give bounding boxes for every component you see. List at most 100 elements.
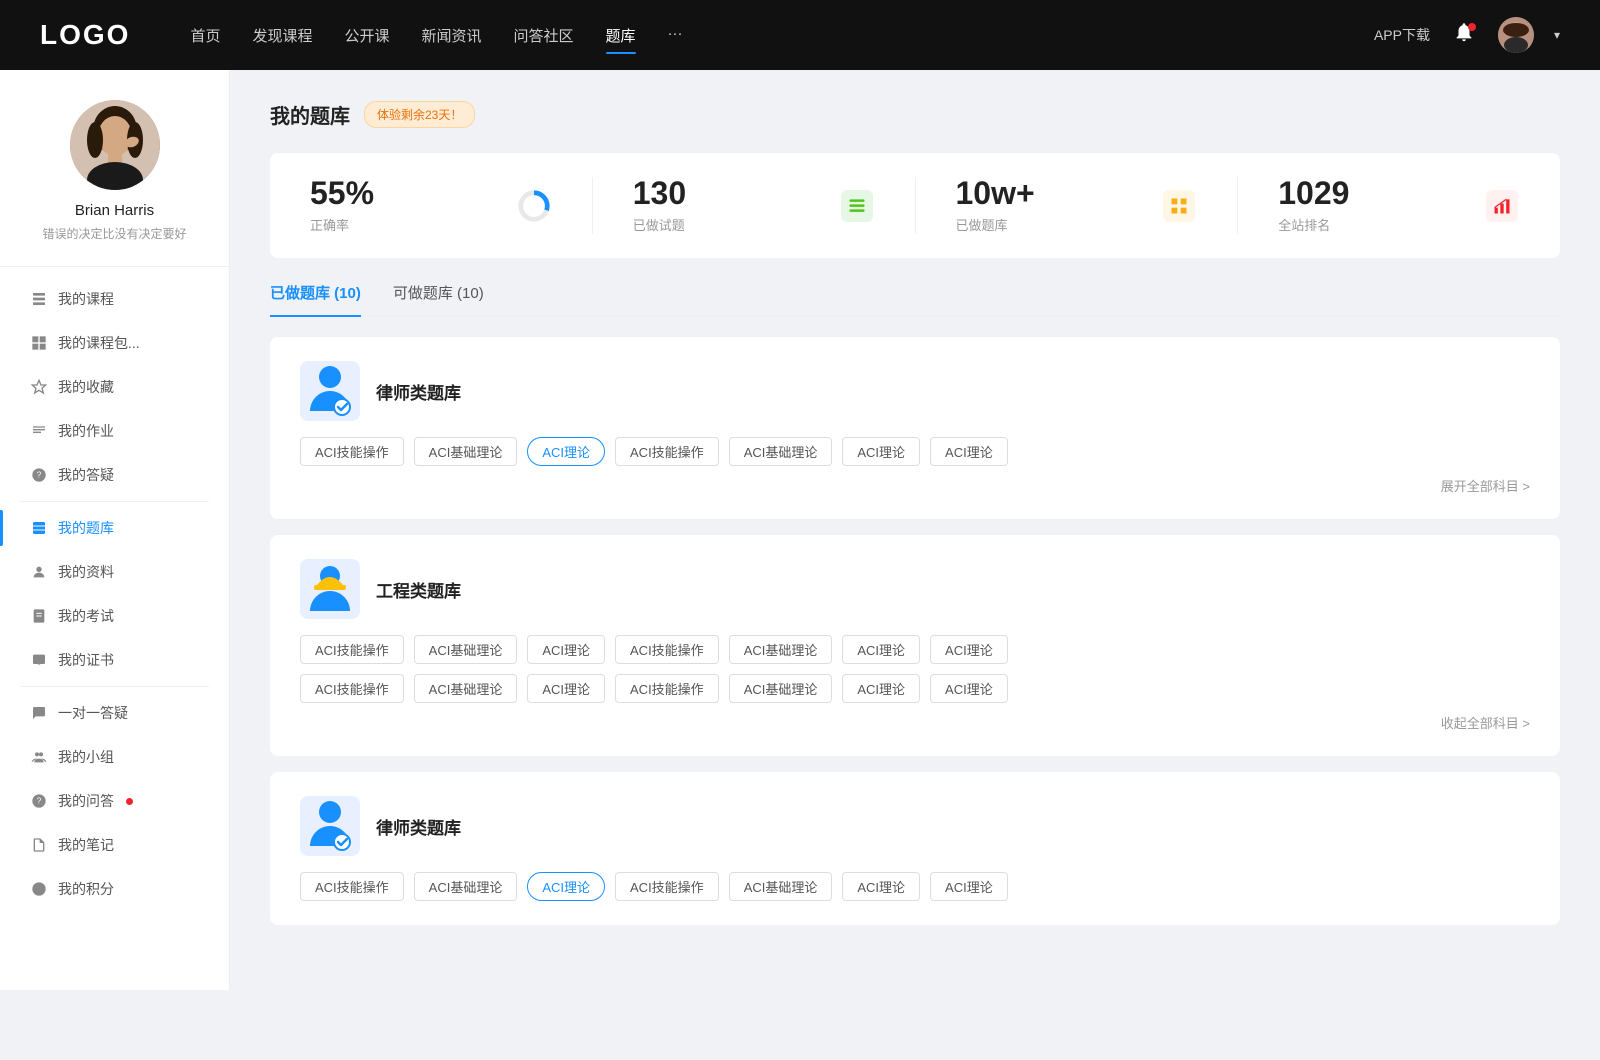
tag-eng-1-r1-6[interactable]: ACI理论 (930, 635, 1008, 664)
tab-done-banks[interactable]: 已做题库 (10) (270, 282, 361, 315)
profile-dropdown-arrow[interactable]: ▾ (1554, 28, 1560, 42)
sidebar-item-my-courses[interactable]: 我的课程 (0, 277, 229, 321)
svg-text:?: ? (37, 797, 42, 806)
tag-lawyer-2-2[interactable]: ACI理论 (527, 872, 605, 901)
certificate-icon (30, 651, 48, 669)
my-points-label: 我的积分 (58, 879, 114, 899)
tag-eng-1-r1-0[interactable]: ACI技能操作 (300, 635, 404, 664)
stat-accuracy: 55% 正确率 (270, 177, 593, 234)
tags-row-engineer-1-row1: ACI技能操作 ACI基础理论 ACI理论 ACI技能操作 ACI基础理论 AC… (300, 635, 1530, 664)
tag-lawyer-2-1[interactable]: ACI基础理论 (414, 872, 518, 901)
sidebar-item-question-bank[interactable]: 我的题库 (0, 506, 229, 550)
avatar-photo (70, 100, 160, 190)
sidebar-item-my-group[interactable]: 我的小组 (0, 735, 229, 779)
tag-lawyer-1-4[interactable]: ACI基础理论 (729, 437, 833, 466)
tag-eng-1-r1-2[interactable]: ACI理论 (527, 635, 605, 664)
app-download-link[interactable]: APP下载 (1374, 25, 1430, 45)
card-footer-lawyer-1: 展开全部科目 > (300, 476, 1530, 495)
tag-eng-1-r2-2[interactable]: ACI理论 (527, 674, 605, 703)
tag-eng-1-r2-1[interactable]: ACI基础理论 (414, 674, 518, 703)
my-profile-label: 我的资料 (58, 562, 114, 582)
nav-home[interactable]: 首页 (190, 21, 220, 50)
avatar-image (1498, 17, 1534, 53)
notification-dot (1468, 23, 1476, 31)
tag-eng-1-r2-0[interactable]: ACI技能操作 (300, 674, 404, 703)
tag-lawyer-1-6[interactable]: ACI理论 (930, 437, 1008, 466)
tag-lawyer-1-2[interactable]: ACI理论 (527, 437, 605, 466)
donut-chart-icon (516, 187, 552, 225)
card-title-lawyer-1: 律师类题库 (376, 379, 461, 404)
tag-lawyer-1-5[interactable]: ACI理论 (842, 437, 920, 466)
question-bank-icon (30, 519, 48, 537)
tags-row-engineer-1-row2: ACI技能操作 ACI基础理论 ACI理论 ACI技能操作 ACI基础理论 AC… (300, 674, 1530, 703)
card-avatar-lawyer-2 (300, 796, 360, 856)
tag-eng-1-r1-4[interactable]: ACI基础理论 (729, 635, 833, 664)
nav-right: APP下载 ▾ (1374, 17, 1560, 53)
tag-lawyer-2-4[interactable]: ACI基础理论 (729, 872, 833, 901)
tag-eng-1-r2-4[interactable]: ACI基础理论 (729, 674, 833, 703)
sidebar-item-favorites[interactable]: 我的收藏 (0, 365, 229, 409)
tag-lawyer-2-5[interactable]: ACI理论 (842, 872, 920, 901)
nav-qa[interactable]: 问答社区 (514, 21, 574, 50)
tag-lawyer-2-6[interactable]: ACI理论 (930, 872, 1008, 901)
qa-icon: ? (30, 466, 48, 484)
sidebar-item-my-answers[interactable]: ? 我的问答 (0, 779, 229, 823)
logo[interactable]: LOGO (40, 19, 130, 51)
nav-more[interactable]: ··· (668, 21, 683, 50)
nav-discover[interactable]: 发现课程 (252, 21, 312, 50)
homework-icon (30, 422, 48, 440)
sidebar-item-homework[interactable]: 我的作业 (0, 409, 229, 453)
divider-1 (20, 501, 209, 502)
sidebar-item-qa[interactable]: ? 我的答疑 (0, 453, 229, 497)
profile-motto: 错误的决定比没有决定要好 (42, 225, 186, 242)
stat-site-rank-text: 1029 全站排名 (1278, 177, 1470, 234)
sidebar-item-profile[interactable]: 我的资料 (0, 550, 229, 594)
notification-bell[interactable] (1450, 21, 1478, 49)
tag-eng-1-r1-3[interactable]: ACI技能操作 (615, 635, 719, 664)
card-title-engineer-1: 工程类题库 (376, 577, 461, 602)
notes-icon (30, 836, 48, 854)
nav-open-course[interactable]: 公开课 (344, 21, 389, 50)
nav-news[interactable]: 新闻资讯 (422, 21, 482, 50)
my-notes-label: 我的笔记 (58, 835, 114, 855)
question-card-lawyer-1: 律师类题库 ACI技能操作 ACI基础理论 ACI理论 ACI技能操作 ACI基… (270, 337, 1560, 519)
expand-lawyer-1[interactable]: 展开全部科目 > (1441, 476, 1530, 495)
answers-icon: ? (30, 792, 48, 810)
card-title-lawyer-2: 律师类题库 (376, 814, 461, 839)
orange-grid-icon-box (1163, 190, 1195, 222)
tag-lawyer-1-0[interactable]: ACI技能操作 (300, 437, 404, 466)
tag-eng-1-r1-1[interactable]: ACI基础理论 (414, 635, 518, 664)
tab-available-banks[interactable]: 可做题库 (10) (393, 282, 484, 315)
stat-questions-done-text: 130 已做试题 (633, 177, 825, 234)
my-answers-label: 我的问答 (58, 791, 114, 811)
tag-lawyer-1-3[interactable]: ACI技能操作 (615, 437, 719, 466)
stat-banks-done: 10w+ 已做题库 (916, 177, 1239, 234)
stat-questions-done-label: 已做试题 (633, 215, 825, 234)
sidebar-item-one-on-one[interactable]: 一对一答疑 (0, 691, 229, 735)
collapse-engineer-1[interactable]: 收起全部科目 > (1441, 713, 1530, 732)
user-avatar[interactable] (1498, 17, 1534, 53)
sidebar-item-my-notes[interactable]: 我的笔记 (0, 823, 229, 867)
stat-site-rank: 1029 全站排名 (1238, 177, 1560, 234)
stat-accuracy-icon (516, 188, 552, 224)
stat-questions-done: 130 已做试题 (593, 177, 916, 234)
nav-question-bank[interactable]: 题库 (606, 21, 636, 50)
stat-site-rank-value: 1029 (1278, 177, 1470, 209)
sidebar-item-exams[interactable]: 我的考试 (0, 594, 229, 638)
tag-eng-1-r1-5[interactable]: ACI理论 (842, 635, 920, 664)
tag-eng-1-r2-3[interactable]: ACI技能操作 (615, 674, 719, 703)
tag-eng-1-r2-5[interactable]: ACI理论 (842, 674, 920, 703)
stat-banks-done-label: 已做题库 (956, 215, 1148, 234)
main-content: 我的题库 体验剩余23天！ 55% 正确率 (230, 70, 1600, 990)
tag-eng-1-r2-6[interactable]: ACI理论 (930, 674, 1008, 703)
tag-lawyer-2-3[interactable]: ACI技能操作 (615, 872, 719, 901)
sidebar-item-course-packages[interactable]: 我的课程包... (0, 321, 229, 365)
sidebar-item-certificate[interactable]: 我的证书 (0, 638, 229, 682)
stat-banks-done-text: 10w+ 已做题库 (956, 177, 1148, 234)
sidebar-item-my-points[interactable]: 我的积分 (0, 867, 229, 911)
card-header-lawyer-2: 律师类题库 (300, 796, 1530, 856)
tag-lawyer-2-0[interactable]: ACI技能操作 (300, 872, 404, 901)
my-certificate-label: 我的证书 (58, 650, 114, 670)
tag-lawyer-1-1[interactable]: ACI基础理论 (414, 437, 518, 466)
stat-accuracy-text: 55% 正确率 (310, 177, 502, 234)
